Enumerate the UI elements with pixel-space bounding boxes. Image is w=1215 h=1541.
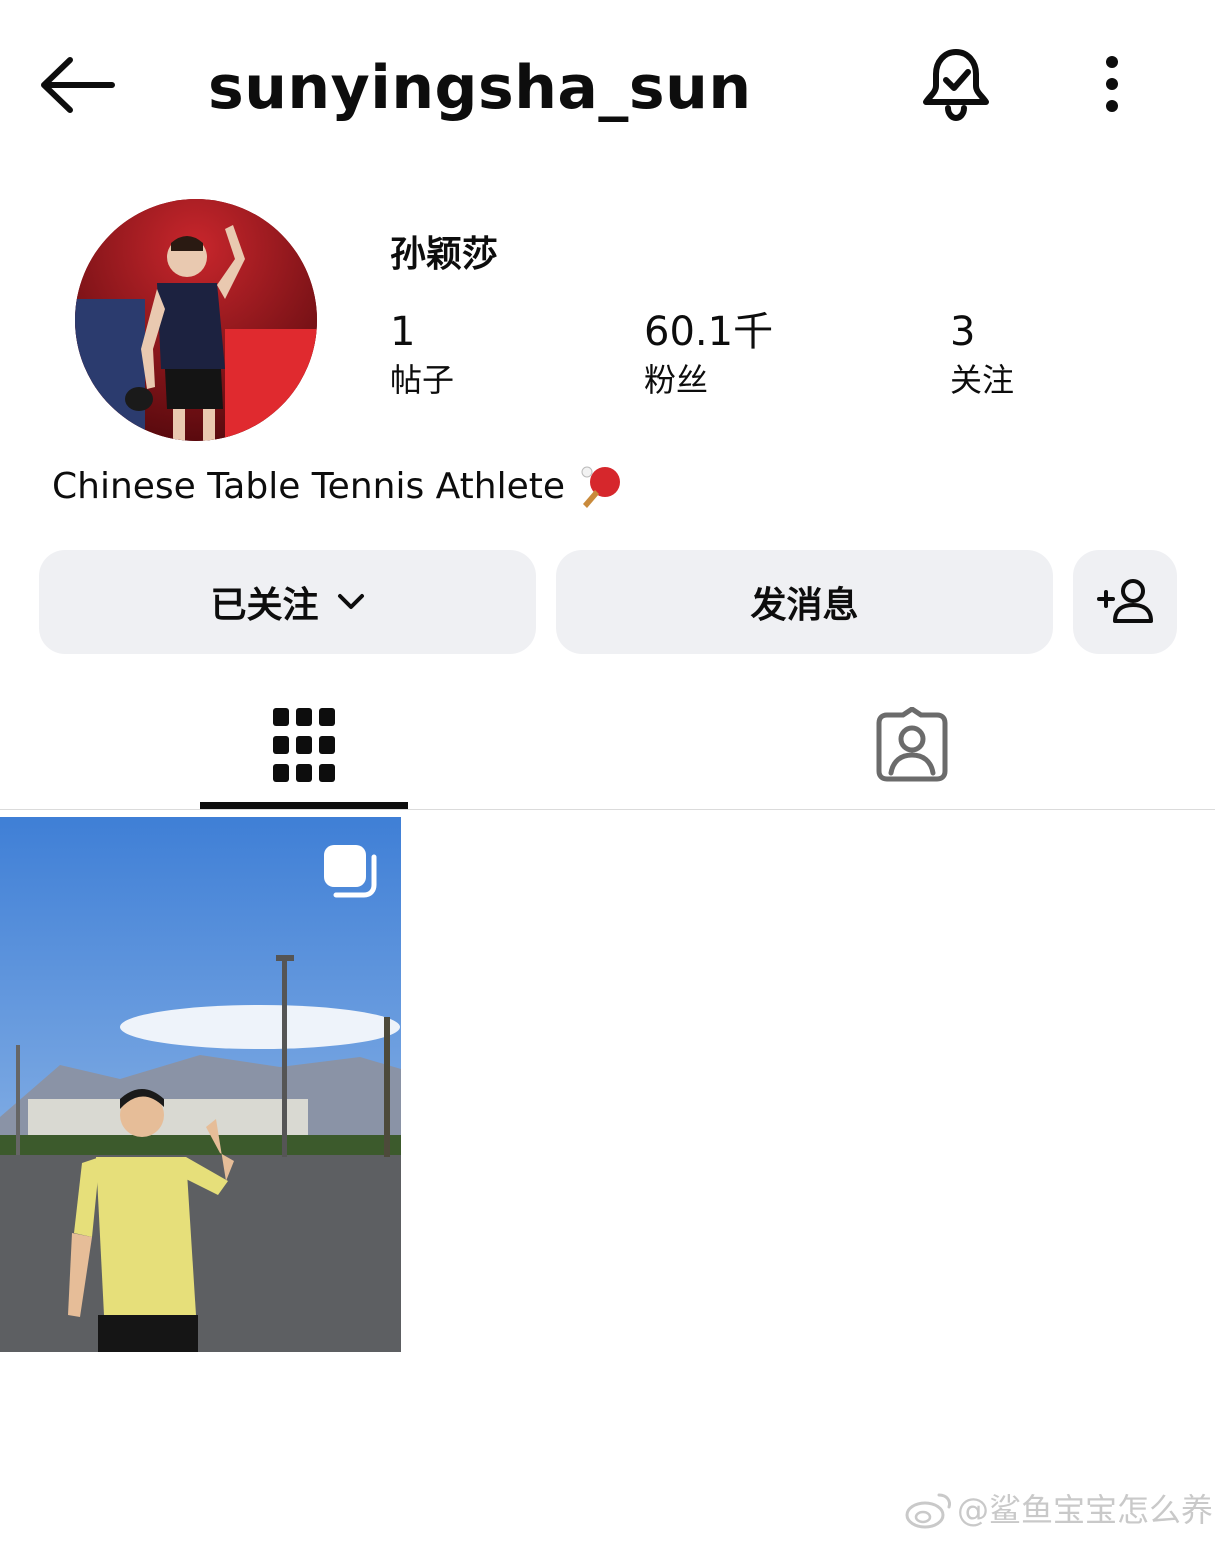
back-button[interactable]	[38, 52, 118, 118]
watermark-text: @鲨鱼宝宝怎么养	[957, 1491, 1214, 1529]
posts-count: 1	[390, 309, 416, 355]
followers-label: 粉丝	[644, 361, 709, 399]
arrow-left-icon	[41, 57, 115, 113]
profile-bio: Chinese Table Tennis Athlete	[52, 462, 623, 512]
followers-count-stat[interactable]: 60.1千 粉丝	[644, 306, 773, 402]
chevron-down-icon	[337, 594, 364, 609]
bell-check-icon	[923, 49, 989, 122]
notifications-bell-button[interactable]	[918, 44, 994, 124]
following-button[interactable]: 已关注	[39, 550, 536, 654]
suggested-people-button[interactable]	[1073, 550, 1177, 654]
tab-posts-grid[interactable]	[200, 680, 408, 810]
weibo-icon	[905, 1493, 951, 1529]
grid-icon	[273, 708, 335, 782]
tab-tagged[interactable]	[808, 680, 1016, 810]
following-button-label: 已关注	[210, 585, 319, 626]
bio-text: Chinese Table Tennis Athlete	[52, 466, 565, 507]
add-person-icon	[1097, 579, 1153, 623]
tabs-divider	[0, 809, 1215, 810]
avatar-photo	[75, 199, 317, 441]
profile-display-name: 孙颖莎	[390, 234, 499, 275]
message-button-label: 发消息	[750, 585, 859, 626]
watermark: @鲨鱼宝宝怎么养	[905, 1488, 1213, 1532]
profile-avatar[interactable]	[75, 199, 317, 441]
tagged-person-icon	[876, 707, 948, 782]
message-button[interactable]: 发消息	[556, 550, 1053, 654]
ping-pong-paddle-icon	[581, 466, 620, 508]
posts-label: 帖子	[390, 361, 455, 399]
more-vertical-icon	[1106, 56, 1118, 112]
post-thumbnail[interactable]	[0, 817, 401, 1352]
more-options-button[interactable]	[1088, 52, 1136, 118]
posts-count-stat[interactable]: 1 帖子	[390, 306, 454, 402]
following-count-stat[interactable]: 3 关注	[950, 306, 1014, 402]
profile-username: sunyingsha_sun	[208, 53, 752, 123]
multiple-photos-icon	[324, 845, 377, 898]
following-count: 3	[950, 309, 976, 355]
followers-count: 60.1千	[644, 309, 774, 355]
following-label: 关注	[950, 361, 1015, 399]
